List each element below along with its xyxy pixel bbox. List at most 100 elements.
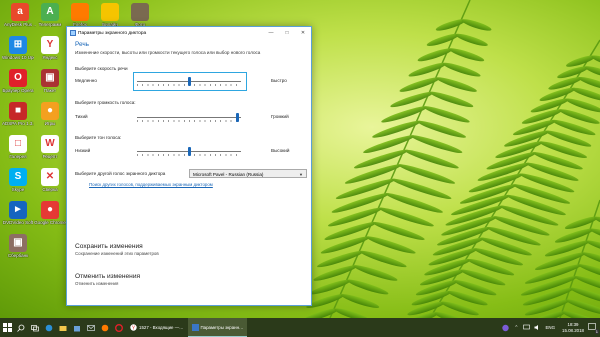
- desktop-icon[interactable]: Фото: [124, 3, 156, 27]
- app-icon: A: [41, 3, 59, 21]
- desktop-icon[interactable]: A Телеграмм: [34, 3, 66, 27]
- taskbar-app-mail-label: 1527 - Входящие —…: [139, 325, 184, 330]
- desktop-icon[interactable]: ✕ Сверка: [34, 168, 66, 192]
- opera-icon: [115, 323, 123, 332]
- app-icon: ⊞: [9, 36, 27, 54]
- desktop-icon-label: Google Chrome: [34, 220, 66, 225]
- narrator-app-icon: [191, 323, 199, 331]
- speed-high-label: Быстро: [271, 78, 287, 83]
- desktop-icon[interactable]: ▣ Пакет: [34, 69, 66, 93]
- mail-icon: [87, 324, 95, 331]
- volume-low-label: Тихий: [75, 114, 88, 119]
- language-indicator[interactable]: ENG: [546, 325, 556, 330]
- desktop-icon-label: Рецепт: [42, 154, 58, 159]
- system-tray: ⌃ ENG 18:39 15.08.2018 1: [499, 318, 599, 337]
- desktop-icon[interactable]: Билайн: [94, 3, 126, 27]
- desktop-icon[interactable]: ► DVDVideo Soft: [2, 201, 34, 225]
- desktop-icon[interactable]: ● Google Chrome: [34, 201, 66, 225]
- app-icon: ■: [9, 102, 27, 120]
- desktop-icon-label: AnyDesk Plus …: [4, 22, 36, 27]
- start-button[interactable]: [0, 318, 14, 337]
- narrator-app-icon: [70, 30, 76, 36]
- taskbar-app-mail[interactable]: Y 1527 - Входящие —…: [126, 318, 188, 337]
- speed-label: Выберите скорость речи: [75, 66, 128, 71]
- cancel-changes-option[interactable]: Отменить изменения Отменить изменения: [75, 273, 140, 286]
- desktop-icon-label: Браузер Opera: [2, 88, 34, 93]
- desktop-icon[interactable]: ▣ Сбербанк: [2, 234, 34, 258]
- taskbar-opera[interactable]: [112, 318, 126, 337]
- app-icon: ✕: [41, 168, 59, 186]
- volume-slider-thumb[interactable]: [236, 113, 240, 122]
- cancel-changes-desc: Отменить изменения: [75, 281, 119, 286]
- desktop-icon-label: DVDVideo Soft: [2, 220, 34, 225]
- app-icon: [131, 3, 149, 21]
- save-changes-title: Сохранить изменения: [75, 243, 143, 250]
- desktop-icon[interactable]: □ Галерея: [2, 135, 34, 159]
- pitch-slider-thumb[interactable]: [187, 147, 191, 156]
- app-icon: [101, 3, 119, 21]
- notifications-button[interactable]: 1: [588, 322, 599, 334]
- pitch-label: Выберите тон голоса:: [75, 135, 122, 140]
- search-icon: [17, 324, 25, 332]
- edge-icon: [45, 324, 53, 331]
- folder-icon: [59, 325, 67, 331]
- window-titlebar: Параметры экранного диктора — □ ✕: [67, 27, 311, 39]
- section-description: Изменение скорости, высоты или громкости…: [75, 50, 261, 55]
- window-title: Параметры экранного диктора: [78, 30, 147, 36]
- voice-selected-value: Microsoft Pavel - Russian (Russia): [193, 172, 264, 177]
- save-changes-option[interactable]: Сохранить изменения Сохранение изменений…: [75, 243, 159, 256]
- taskbar: Y 1527 - Входящие —… Параметры экранн… ⌃…: [0, 318, 600, 337]
- volume-slider-row: Тихий Громкий: [75, 111, 305, 125]
- taskbar-explorer[interactable]: [56, 318, 70, 337]
- desktop-icon[interactable]: S Skype: [2, 168, 34, 192]
- desktop-icon[interactable]: W Рецепт: [34, 135, 66, 159]
- pitch-high-label: Высокий: [271, 148, 290, 153]
- taskbar-firefox[interactable]: [98, 318, 112, 337]
- app-icon: W: [41, 135, 59, 153]
- app-icon: ▣: [41, 69, 59, 87]
- windows-logo-icon: [2, 323, 12, 332]
- voice-select[interactable]: Microsoft Pavel - Russian (Russia) ▼: [189, 169, 307, 178]
- network-icon[interactable]: [522, 324, 530, 331]
- speed-slider-thumb[interactable]: [187, 77, 191, 86]
- taskbar-app-narrator[interactable]: Параметры экранн…: [187, 318, 248, 337]
- desktop-icon[interactable]: Y Яндекс: [34, 36, 66, 60]
- volume-track[interactable]: [137, 117, 241, 118]
- speed-slider-row: Медленно Быстро: [75, 72, 305, 91]
- task-view-button[interactable]: [28, 318, 42, 337]
- taskbar-edge[interactable]: [42, 318, 56, 337]
- yandex-icon: Y: [130, 324, 137, 331]
- close-button[interactable]: ✕: [295, 30, 311, 36]
- desktop-icon[interactable]: ● Игры: [34, 102, 66, 126]
- cancel-changes-title: Отменить изменения: [75, 273, 141, 280]
- voice-row: Выберите другой голос экранного диктора …: [75, 169, 307, 178]
- desktop-icon[interactable]: ■ADSPA Pro 1.3.1.8: [2, 102, 34, 126]
- volume-icon[interactable]: [534, 324, 541, 331]
- pitch-slider-row: Низкий Высокий: [75, 145, 305, 159]
- desktop-icon[interactable]: a AnyDesk Plus …: [4, 3, 36, 27]
- microphone-icon[interactable]: [502, 324, 509, 332]
- app-icon: ●: [41, 102, 59, 120]
- save-changes-desc: Сохранение изменений этих параметров: [75, 251, 159, 256]
- taskbar-store[interactable]: [70, 318, 84, 337]
- maximize-button[interactable]: □: [279, 30, 295, 36]
- section-header: Речь: [75, 41, 89, 48]
- minimize-button[interactable]: —: [263, 30, 279, 36]
- desktop-icon[interactable]: O Браузер Opera: [2, 69, 34, 93]
- desktop-icon-label: Сбербанк: [7, 253, 29, 258]
- desktop-icon[interactable]: ⊞Windows 10 Update As…: [2, 36, 34, 60]
- chevron-up-icon[interactable]: ⌃: [514, 325, 518, 331]
- desktop-icon-label: Сверка: [42, 187, 58, 192]
- desktop-icon-label: Windows 10 Update As…: [2, 55, 34, 60]
- search-button[interactable]: [14, 318, 28, 337]
- app-icon: Y: [41, 36, 59, 54]
- clock[interactable]: 18:39 15.08.2018: [562, 322, 584, 334]
- clock-date: 15.08.2018: [562, 327, 584, 333]
- taskbar-mail[interactable]: [84, 318, 98, 337]
- desktop-icon[interactable]: Firefox: [64, 3, 96, 27]
- notification-count: 1: [594, 328, 599, 334]
- more-voices-link[interactable]: Поиск других голосов, поддерживаемых экр…: [89, 182, 213, 187]
- voice-label: Выберите другой голос экранного диктора: [75, 171, 166, 176]
- app-icon: [71, 3, 89, 21]
- volume-ticks: [137, 120, 241, 122]
